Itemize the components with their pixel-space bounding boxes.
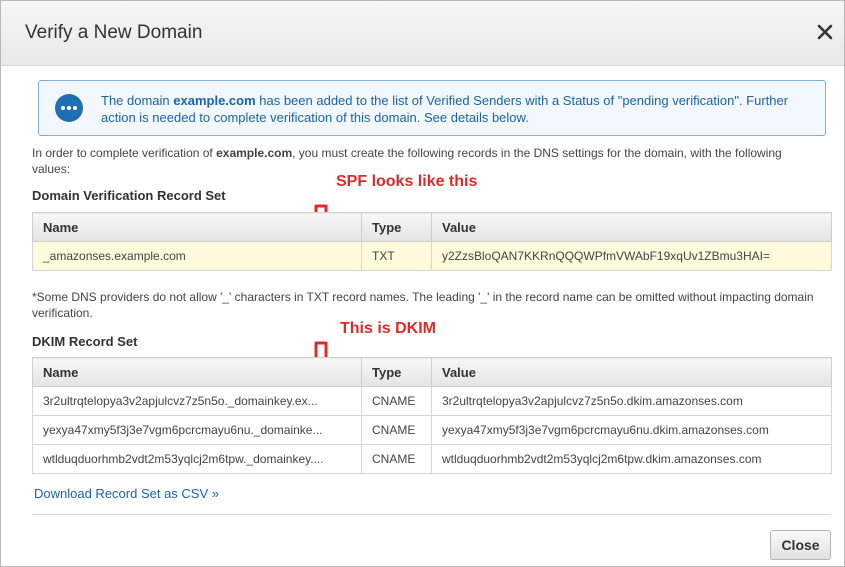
column-header-value: Value: [431, 212, 832, 242]
verify-domain-dialog: Verify a New Domain The domain example.c…: [0, 0, 845, 567]
close-button[interactable]: Close: [770, 530, 831, 560]
dkim-record-table: Name Type Value 3r2ultrqtelopya3v2apjulc…: [32, 357, 832, 474]
intro-domain: example.com: [216, 146, 293, 160]
dns-provider-note: *Some DNS providers do not allow '_' cha…: [32, 290, 814, 320]
table-row[interactable]: wtlduqduorhmb2vdt2m53yqlcj2m6tpw._domain…: [32, 444, 832, 474]
dialog-title: Verify a New Domain: [25, 22, 203, 43]
record-name: yexya47xmy5f3j3e7vgm6pcrcmayu6nu._domain…: [32, 415, 362, 445]
column-header-value: Value: [431, 357, 832, 387]
record-type: TXT: [361, 241, 432, 271]
dkim-section-title: DKIM Record Set: [32, 334, 138, 349]
column-header-type: Type: [361, 212, 432, 242]
record-value: yexya47xmy5f3j3e7vgm6pcrcmayu6nu.dkim.am…: [431, 415, 832, 445]
verification-record-table: Name Type Value _amazonses.example.com T…: [32, 212, 832, 271]
record-name: _amazonses.example.com: [32, 241, 362, 271]
close-icon[interactable]: [814, 21, 836, 43]
info-message-box: The domain example.com has been added to…: [38, 80, 826, 136]
info-message-text: The domain example.com has been added to…: [101, 93, 789, 125]
table-header-row: Name Type Value: [32, 212, 832, 242]
record-value: y2ZzsBloQAN7KKRnQQQWPfmVWAbF19xqUv1ZBmu3…: [431, 241, 832, 271]
spf-annotation: SPF looks like this: [336, 173, 478, 190]
table-row[interactable]: yexya47xmy5f3j3e7vgm6pcrcmayu6nu._domain…: [32, 415, 832, 445]
table-header-row: Name Type Value: [32, 357, 832, 387]
table-row[interactable]: _amazonses.example.com TXT y2ZzsBloQAN7K…: [32, 241, 832, 271]
dkim-annotation: This is DKIM: [340, 320, 437, 337]
record-type: CNAME: [361, 444, 432, 474]
column-header-name: Name: [32, 212, 362, 242]
footer-divider: [32, 514, 831, 515]
record-type: CNAME: [361, 386, 432, 416]
column-header-name: Name: [32, 357, 362, 387]
info-domain: example.com: [173, 93, 256, 108]
column-header-type: Type: [361, 357, 432, 387]
record-type: CNAME: [361, 415, 432, 445]
dialog-header: Verify a New Domain: [1, 1, 844, 66]
chat-bubble-icon: [55, 94, 83, 122]
record-name: 3r2ultrqtelopya3v2apjulcvz7z5n5o._domain…: [32, 386, 362, 416]
table-row[interactable]: 3r2ultrqtelopya3v2apjulcvz7z5n5o._domain…: [32, 386, 832, 416]
record-value: 3r2ultrqtelopya3v2apjulcvz7z5n5o.dkim.am…: [431, 386, 832, 416]
record-value: wtlduqduorhmb2vdt2m53yqlcj2m6tpw.dkim.am…: [431, 444, 832, 474]
download-csv-link[interactable]: Download Record Set as CSV »: [34, 486, 219, 501]
verification-section-title: Domain Verification Record Set: [32, 188, 226, 203]
record-name: wtlduqduorhmb2vdt2m53yqlcj2m6tpw._domain…: [32, 444, 362, 474]
